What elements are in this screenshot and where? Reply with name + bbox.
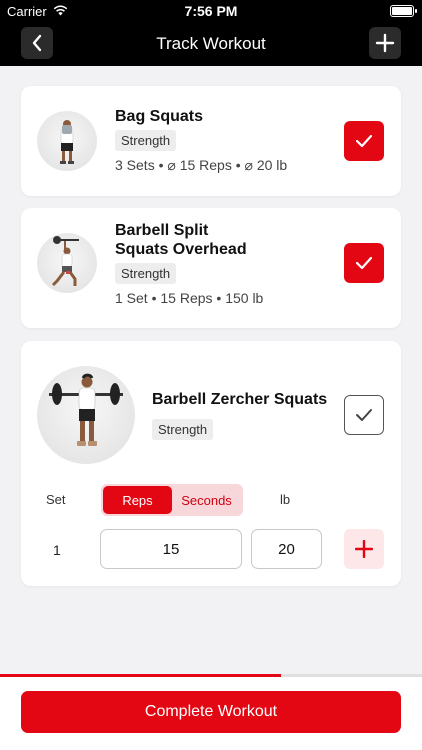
reps-input[interactable] [100,529,242,569]
exercise-name-line2: Squats Overhead [115,241,247,258]
set-number: 1 [53,542,61,558]
weight-unit-label: lb [280,492,291,507]
set-column-label: Set [46,492,66,507]
bottom-bar: Complete Workout [0,677,422,750]
exercise-card-expanded[interactable]: Barbell Zercher Squats Strength Set Reps… [21,341,401,586]
reps-seconds-toggle[interactable]: Reps Seconds [101,484,243,516]
battery-icon [390,5,417,17]
exercise-thumbnail [37,366,135,464]
athlete-figure-icon [51,236,79,287]
exercise-card[interactable]: Bag Squats Strength 3 Sets • ⌀ 15 Reps •… [21,86,401,196]
exercise-thumbnail [37,233,97,293]
exercise-name: Barbell Zercher Squats [152,391,328,408]
category-badge: Strength [115,130,177,151]
page-title: Track Workout [156,34,266,53]
complete-checkbox[interactable] [344,121,384,161]
category-badge: Strength [115,263,177,284]
plus-icon [355,540,373,558]
category-badge: Strength [152,419,214,440]
complete-workout-button[interactable]: Complete Workout [21,691,401,733]
checkmark-icon [356,409,372,421]
seconds-mode-button[interactable]: Seconds [172,486,241,514]
status-bar: Carrier 7:56 PM [0,0,422,22]
add-exercise-button[interactable] [369,27,401,59]
complete-checkbox[interactable] [344,395,384,435]
checkmark-icon [355,256,373,270]
reps-mode-button[interactable]: Reps [103,486,172,514]
exercise-name: Barbell Split Squats Overhead [115,221,295,259]
status-time: 7:56 PM [184,3,238,19]
exercise-name: Bag Squats [115,108,204,125]
exercise-name-line1: Barbell Split [115,222,209,239]
weight-input[interactable] [251,529,322,569]
exercise-summary: 1 Set • 15 Reps • 150 lb [115,290,264,306]
nav-bar: Track Workout [0,22,422,66]
checkmark-icon [355,134,373,148]
exercise-thumbnail [37,111,97,171]
complete-checkbox[interactable] [344,243,384,283]
athlete-figure-icon [60,120,74,164]
exercise-summary: 3 Sets • ⌀ 15 Reps • ⌀ 20 lb [115,157,288,173]
athlete-figure-icon [49,373,123,446]
exercise-card[interactable]: Barbell Split Squats Overhead Strength 1… [21,208,401,328]
add-set-button[interactable] [344,529,384,569]
plus-icon [375,33,395,53]
